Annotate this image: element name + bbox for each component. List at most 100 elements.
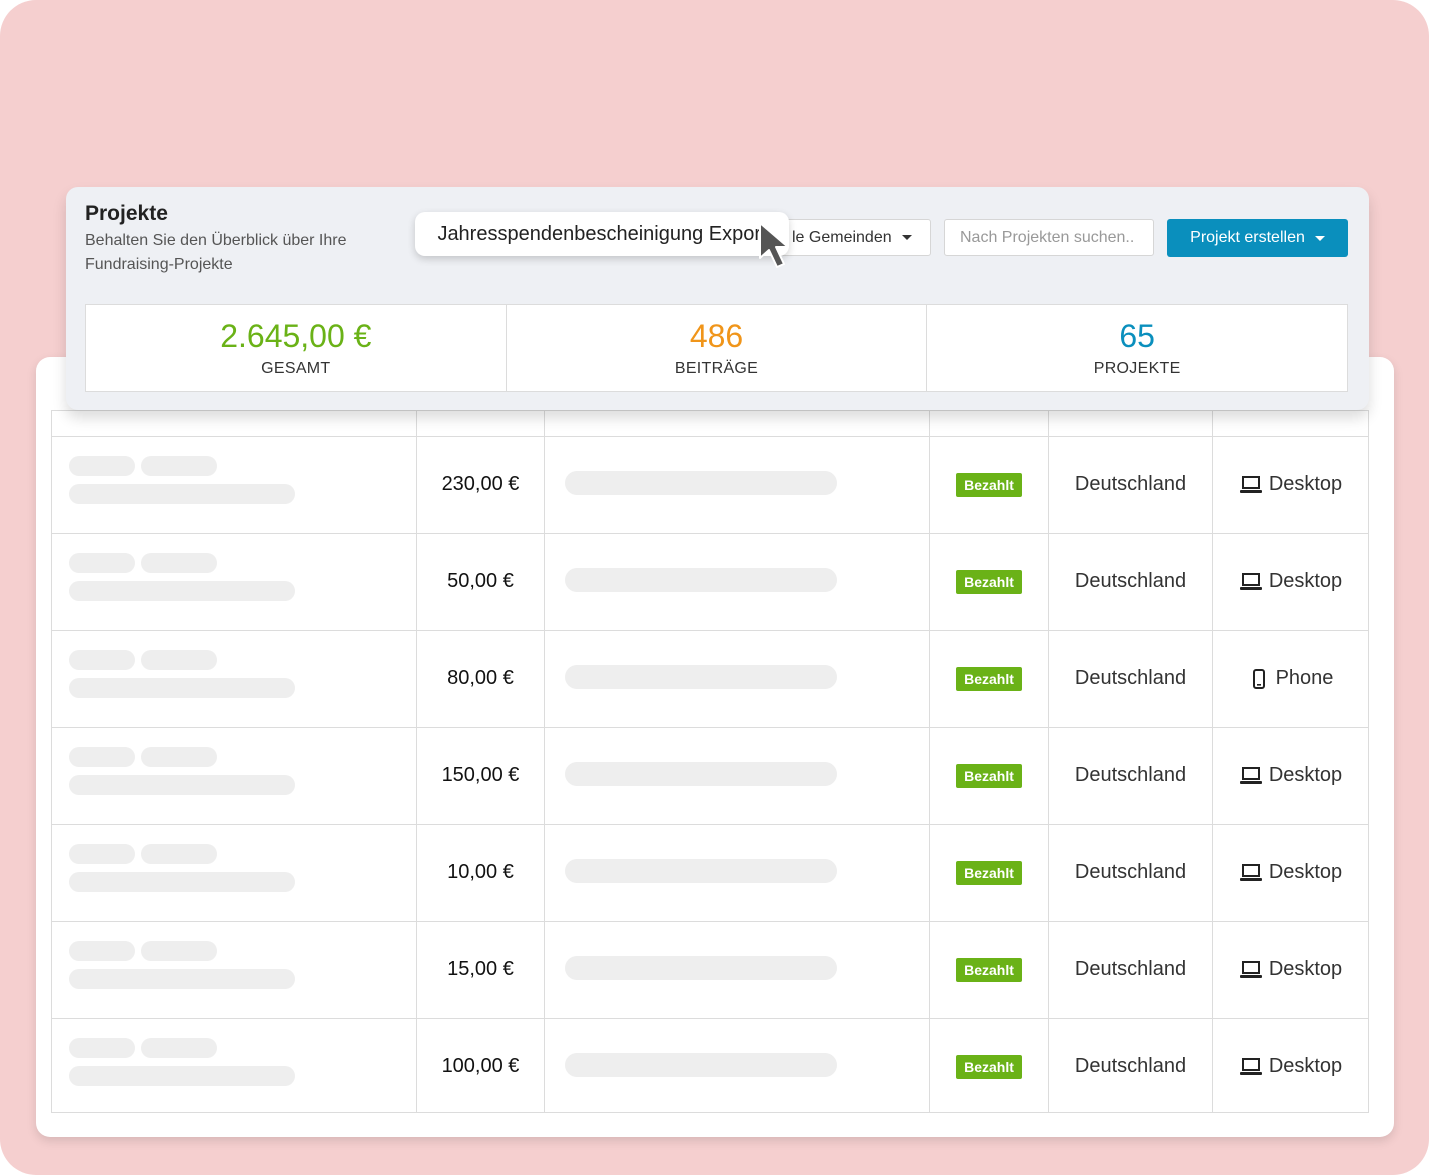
- name-placeholder: [69, 844, 135, 864]
- table-row[interactable]: 50,00 € Bezahlt Deutschland Desktop: [52, 533, 1368, 630]
- stat-projects-value: 65: [1119, 318, 1155, 354]
- status-badge: Bezahlt: [956, 666, 1022, 691]
- stat-contributions-value: 486: [689, 318, 744, 354]
- name-placeholder: [69, 456, 135, 476]
- name-placeholder: [69, 581, 295, 601]
- project-placeholder: [565, 471, 837, 495]
- table-row[interactable]: 15,00 € Bezahlt Deutschland Desktop: [52, 921, 1368, 1018]
- name-placeholder: [141, 941, 217, 961]
- amount-value: 100,00 €: [441, 1055, 520, 1077]
- device-cell: Desktop: [1213, 727, 1368, 824]
- name-placeholder: [141, 650, 217, 670]
- amount-value: 15,00 €: [447, 958, 514, 980]
- amount-cell: 80,00 €: [417, 630, 544, 727]
- amount-cell: 50,00 €: [417, 533, 544, 630]
- country-value: Deutschland: [1074, 570, 1187, 592]
- country-value: Deutschland: [1074, 861, 1187, 883]
- device-cell: Desktop: [1213, 1018, 1368, 1115]
- stat-total-value: 2.645,00 €: [220, 318, 372, 354]
- country-value: Deutschland: [1074, 1055, 1187, 1077]
- laptop-icon: [1239, 475, 1262, 493]
- device-value: Desktop: [1239, 958, 1342, 981]
- name-placeholder: [141, 1038, 217, 1058]
- project-placeholder: [565, 1053, 837, 1077]
- stat-projects-label: PROJEKTE: [1093, 360, 1181, 377]
- amount-value: 150,00 €: [441, 764, 520, 786]
- country-cell: Deutschland: [1049, 630, 1212, 727]
- amount-cell: 230,00 €: [417, 436, 544, 533]
- country-value: Deutschland: [1074, 764, 1187, 786]
- chevron-down-icon: [901, 235, 912, 240]
- export-tooltip[interactable]: Jahresspendenbescheinigung Export: [415, 212, 789, 256]
- table-row[interactable]: 150,00 € Bezahlt Deutschland Desktop: [52, 727, 1368, 824]
- name-placeholder: [141, 844, 217, 864]
- status-cell: Bezahlt: [930, 727, 1048, 824]
- name-placeholder: [69, 1066, 295, 1086]
- laptop-icon: [1239, 1057, 1262, 1075]
- name-placeholder: [69, 775, 295, 795]
- amount-value: 80,00 €: [447, 667, 514, 689]
- country-cell: Deutschland: [1049, 921, 1212, 1018]
- device-value: Desktop: [1239, 1055, 1342, 1078]
- device-label: Desktop: [1268, 473, 1343, 495]
- create-project-button[interactable]: Projekt erstellen: [1167, 219, 1348, 257]
- device-value: Desktop: [1239, 861, 1342, 884]
- status-badge: Bezahlt: [956, 763, 1022, 788]
- status-cell: Bezahlt: [930, 921, 1048, 1018]
- country-value: Deutschland: [1074, 958, 1187, 980]
- table-row[interactable]: 230,00 € Bezahlt Deutschland Desktop: [52, 436, 1368, 533]
- device-label: Phone: [1275, 667, 1334, 689]
- chevron-down-icon: [1314, 235, 1325, 241]
- amount-cell: 10,00 €: [417, 824, 544, 921]
- stat-contributions-label: BEITRÄGE: [674, 360, 759, 377]
- amount-cell: 15,00 €: [417, 921, 544, 1018]
- status-badge: Bezahlt: [956, 472, 1022, 497]
- device-value: Desktop: [1239, 473, 1342, 496]
- name-placeholder: [69, 872, 295, 892]
- name-placeholder: [69, 678, 295, 698]
- table-row[interactable]: 80,00 € Bezahlt Deutschland Phone: [52, 630, 1368, 727]
- stat-contributions: 486 BEITRÄGE: [507, 305, 928, 391]
- amount-cell: 100,00 €: [417, 1018, 544, 1115]
- status-badge: Bezahlt: [956, 569, 1022, 594]
- status-cell: Bezahlt: [930, 436, 1048, 533]
- page-subtitle: Behalten Sie den Überblick über Ihre Fun…: [85, 232, 347, 273]
- country-value: Deutschland: [1074, 667, 1187, 689]
- device-label: Desktop: [1268, 764, 1343, 786]
- phone-icon: [1252, 668, 1265, 689]
- project-placeholder: [565, 859, 837, 883]
- project-placeholder: [565, 568, 837, 592]
- project-placeholder: [565, 762, 837, 786]
- device-label: Desktop: [1268, 570, 1343, 592]
- contributions-table: 230,00 € Bezahlt Deutschland Desktop 50,00 €…: [51, 410, 1369, 1113]
- name-placeholder: [141, 747, 217, 767]
- project-search-input[interactable]: [944, 219, 1154, 256]
- device-value: Desktop: [1239, 570, 1342, 593]
- status-badge: Bezahlt: [956, 957, 1022, 982]
- country-cell: Deutschland: [1049, 824, 1212, 921]
- device-label: Desktop: [1268, 958, 1343, 980]
- create-project-label: Projekt erstellen: [1190, 229, 1305, 246]
- name-placeholder: [69, 553, 135, 573]
- country-value: Deutschland: [1074, 473, 1187, 495]
- mouse-cursor-icon: [759, 222, 789, 268]
- page-title: Projekte: [85, 202, 168, 225]
- laptop-icon: [1239, 863, 1262, 881]
- device-label: Desktop: [1268, 861, 1343, 883]
- laptop-icon: [1239, 572, 1262, 590]
- device-cell: Phone: [1213, 630, 1368, 727]
- amount-value: 230,00 €: [441, 473, 520, 495]
- table-row[interactable]: 10,00 € Bezahlt Deutschland Desktop: [52, 824, 1368, 921]
- project-placeholder: [565, 665, 837, 689]
- stats-bar: 2.645,00 € GESAMT 486 BEITRÄGE 65 PROJEK…: [85, 304, 1348, 392]
- amount-value: 50,00 €: [447, 570, 514, 592]
- table-row[interactable]: 100,00 € Bezahlt Deutschland Desktop: [52, 1018, 1368, 1115]
- status-cell: Bezahlt: [930, 533, 1048, 630]
- device-value: Phone: [1248, 667, 1334, 690]
- laptop-icon: [1239, 960, 1262, 978]
- name-placeholder: [69, 747, 135, 767]
- name-placeholder: [69, 484, 295, 504]
- status-badge: Bezahlt: [956, 1054, 1022, 1079]
- status-cell: Bezahlt: [930, 824, 1048, 921]
- device-cell: Desktop: [1213, 436, 1368, 533]
